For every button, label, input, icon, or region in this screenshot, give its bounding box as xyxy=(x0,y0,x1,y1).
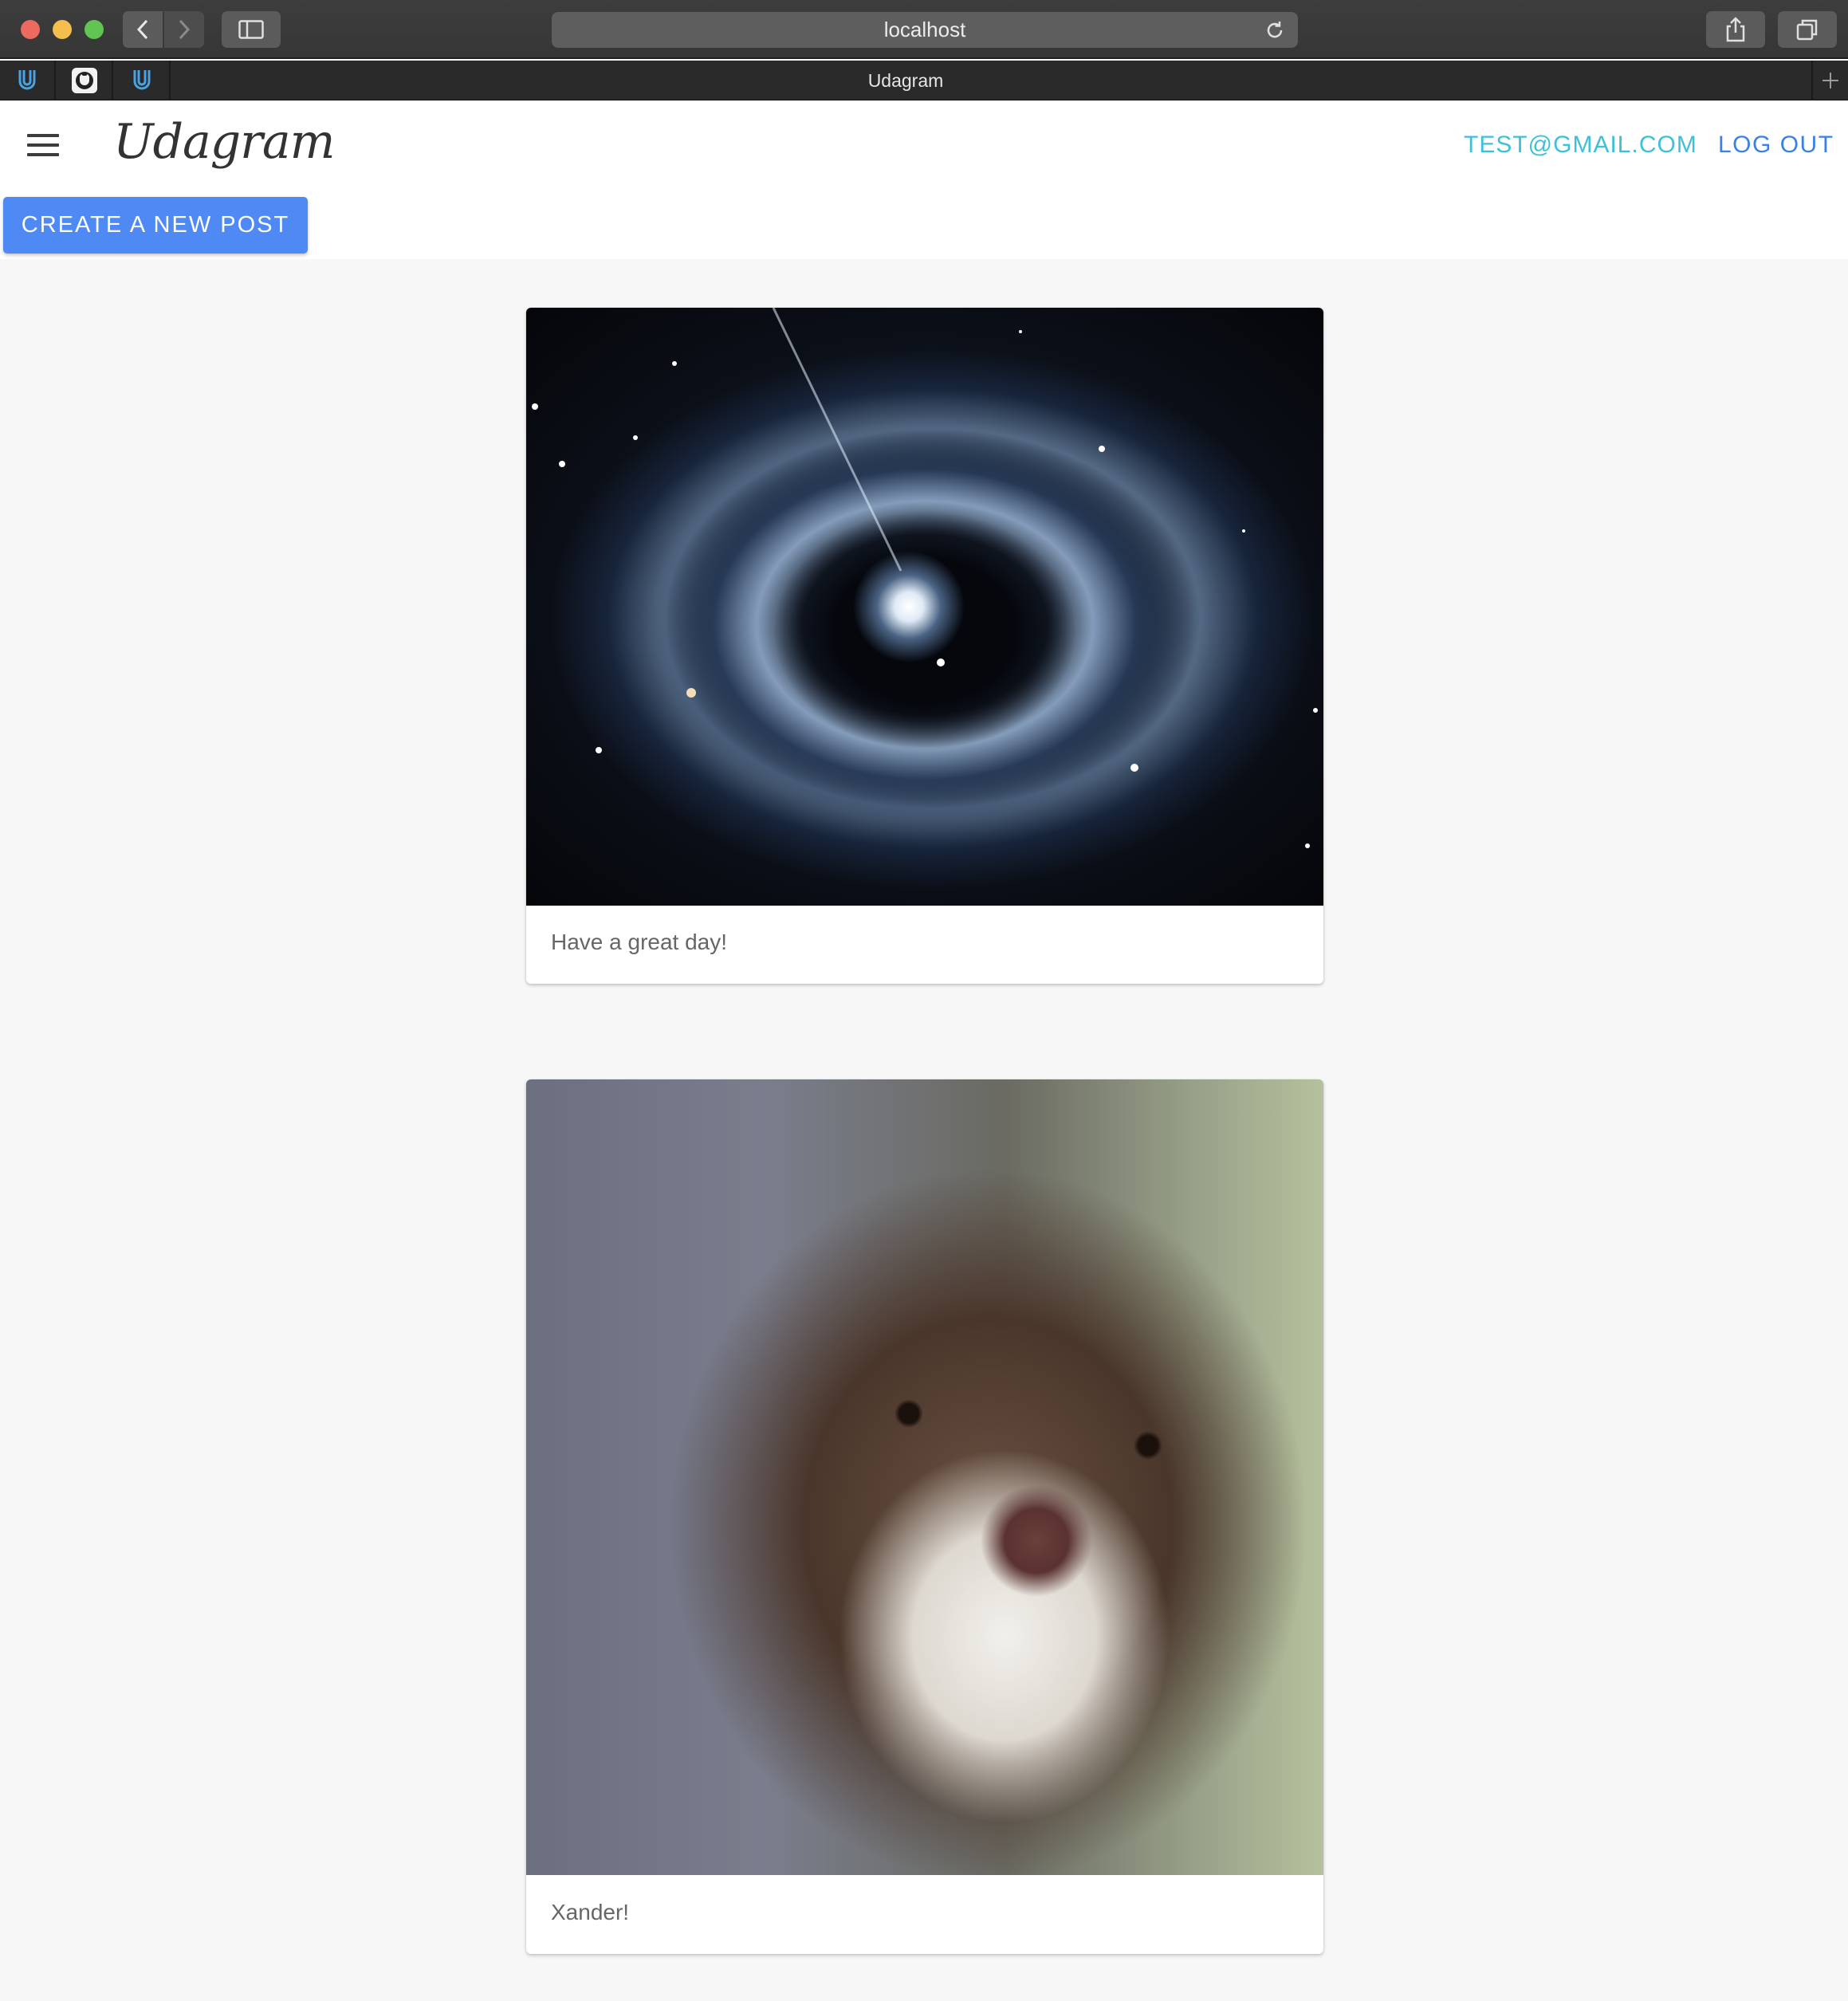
zoom-window-button[interactable] xyxy=(85,20,104,39)
back-button[interactable] xyxy=(123,11,163,48)
create-post-button[interactable]: CREATE A NEW POST xyxy=(3,197,308,254)
reload-icon[interactable] xyxy=(1263,18,1287,42)
chevron-left-icon xyxy=(136,19,148,40)
new-tab-button[interactable] xyxy=(1811,61,1848,100)
chevron-right-icon xyxy=(179,19,191,40)
show-tabs-button[interactable] xyxy=(1778,11,1837,48)
close-window-button[interactable] xyxy=(21,20,40,39)
address-bar[interactable]: localhost xyxy=(552,12,1298,48)
dog-image xyxy=(526,1079,1323,1875)
browser-titlebar: localhost xyxy=(0,0,1848,59)
post-image xyxy=(526,1079,1323,1875)
share-button[interactable] xyxy=(1706,11,1765,48)
minimize-window-button[interactable] xyxy=(53,20,72,39)
tab-udagram[interactable]: Udagram xyxy=(172,61,1639,100)
pinned-tab-udacity[interactable] xyxy=(0,61,56,100)
post-caption: Have a great day! xyxy=(551,930,728,954)
app-header: Udagram TEST@GMAIL.COM LOG OUT xyxy=(0,101,1848,190)
url-text: localhost xyxy=(883,18,966,41)
brand-logo[interactable]: Udagram xyxy=(113,114,336,170)
action-bar: CREATE A NEW POST xyxy=(0,190,1848,259)
user-email-link[interactable]: TEST@GMAIL.COM xyxy=(1464,132,1697,159)
share-icon xyxy=(1726,17,1745,42)
logout-button[interactable]: LOG OUT xyxy=(1718,132,1834,159)
post-image xyxy=(526,308,1323,906)
feed-post: Have a great day! xyxy=(526,308,1323,984)
tabs-overview-icon xyxy=(1796,19,1818,41)
sidebar-icon xyxy=(238,20,264,39)
github-icon xyxy=(72,68,97,93)
tab-title: Udagram xyxy=(867,69,944,91)
feed-post: Xander! xyxy=(526,1079,1323,1954)
browser-tabbar: Udagram xyxy=(0,61,1848,100)
post-caption: Xander! xyxy=(551,1900,630,1924)
sidebar-toggle-button[interactable] xyxy=(222,11,281,48)
hamburger-menu-icon[interactable] xyxy=(27,134,59,158)
pinned-tab-udacity-2[interactable] xyxy=(115,61,171,100)
galaxy-stars xyxy=(532,308,1318,848)
pinned-tab-github[interactable] xyxy=(57,61,113,100)
udacity-icon xyxy=(133,70,151,90)
plus-icon xyxy=(1822,73,1838,88)
forward-button[interactable] xyxy=(164,11,204,48)
udacity-icon xyxy=(18,70,36,90)
